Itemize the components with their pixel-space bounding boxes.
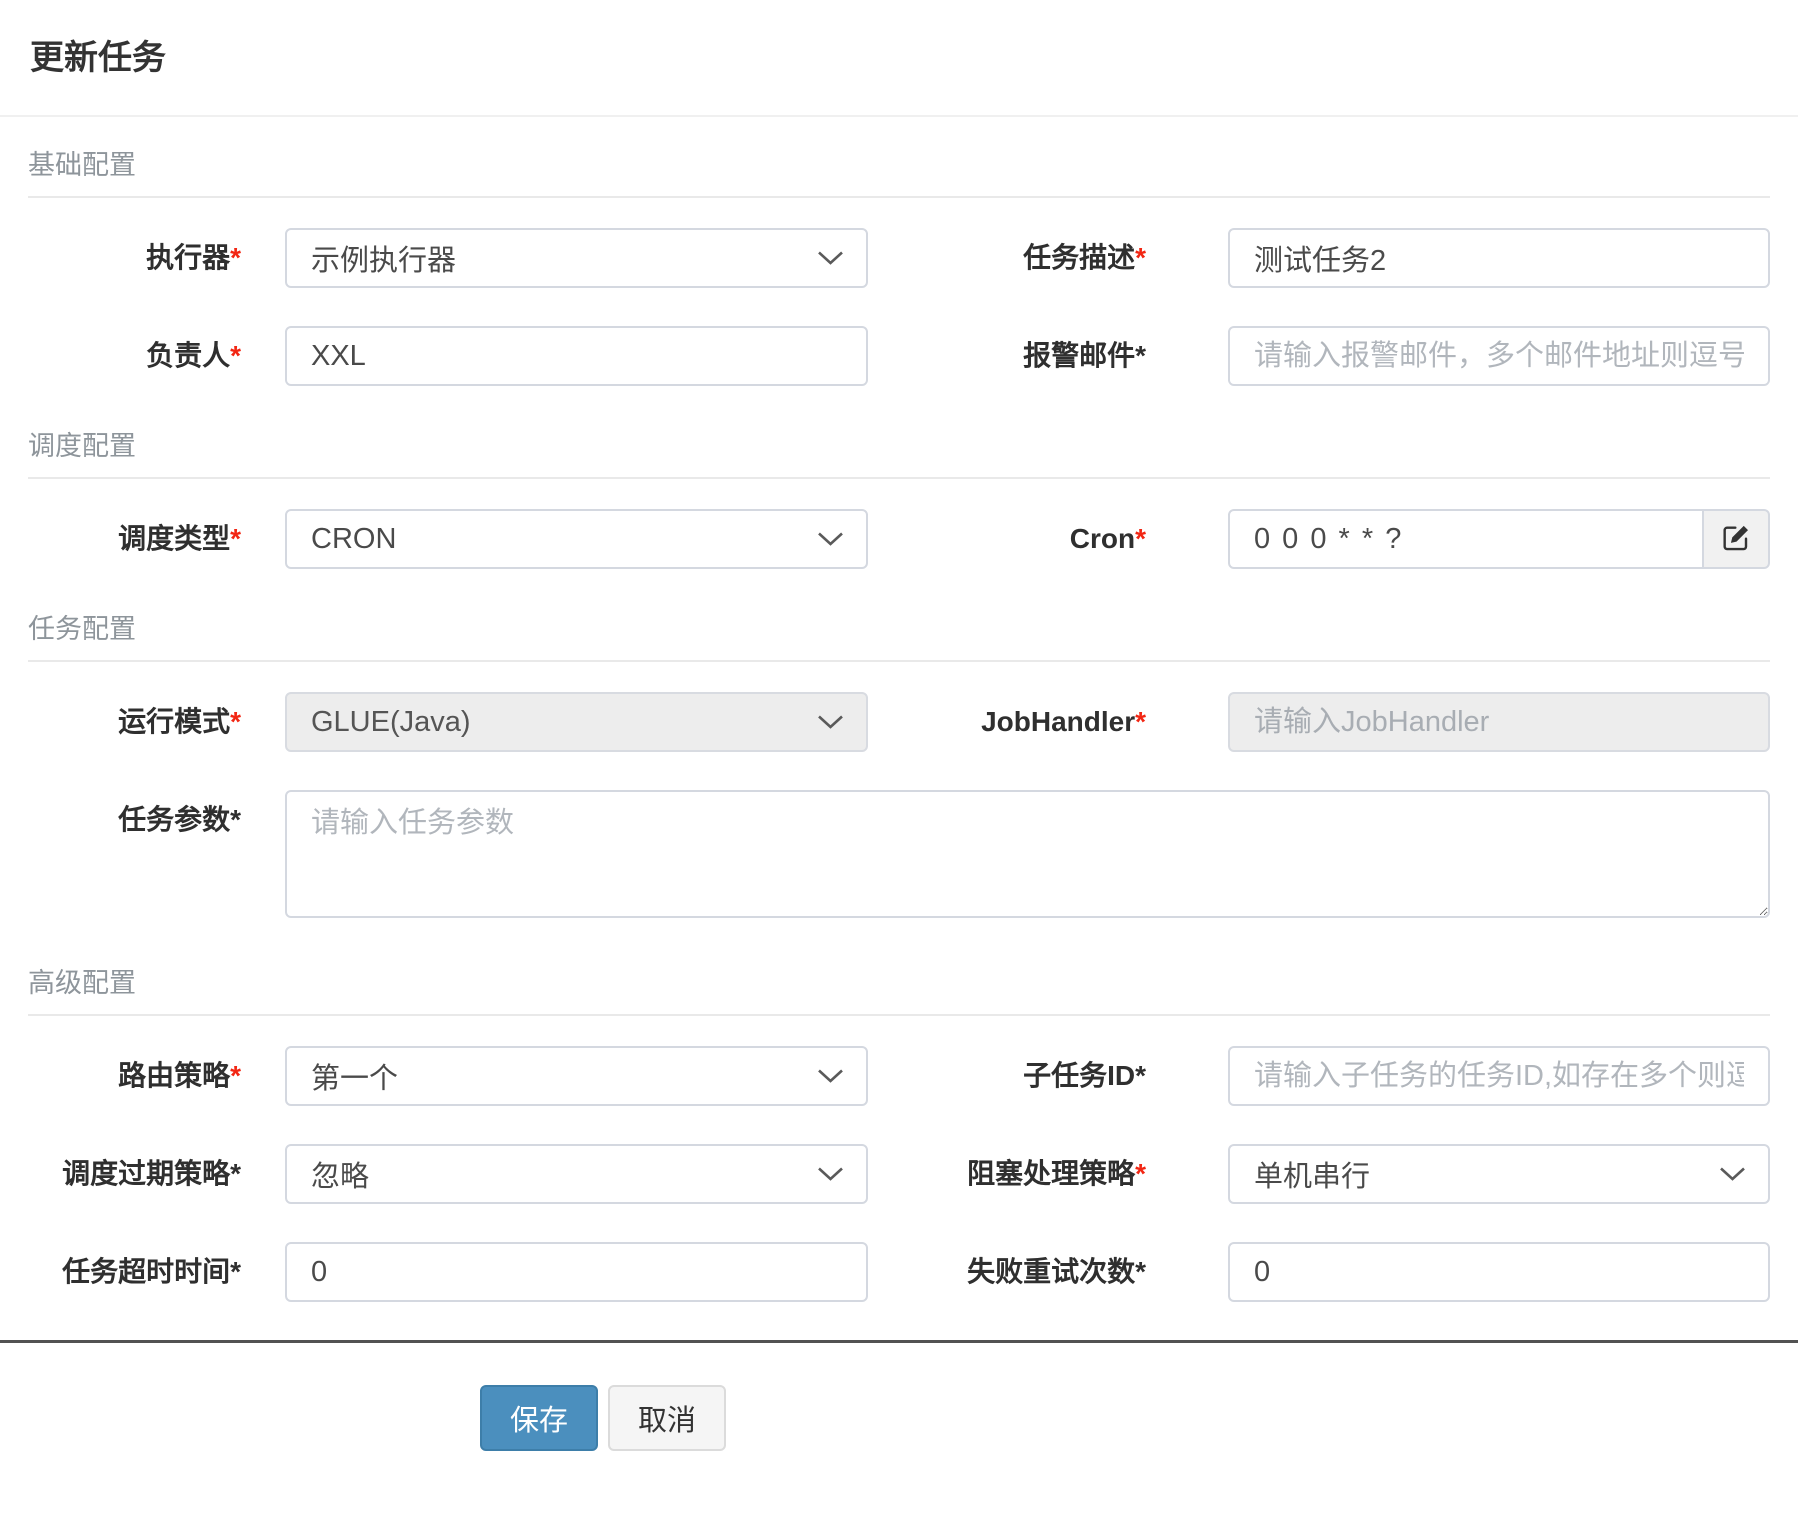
fail-retry-label: 失败重试次数* (868, 1242, 1228, 1302)
required-asterisk: * (230, 523, 241, 554)
section-title-task: 任务配置 (28, 607, 1770, 662)
form-row: 运行模式* GLUE(Java) JobHandler* (28, 692, 1770, 752)
section-task: 任务配置 运行模式* GLUE(Java) JobHandler* (28, 607, 1770, 923)
label-asterisk: * (1135, 1256, 1146, 1287)
timeout-input[interactable] (285, 1242, 868, 1302)
page-header: 更新任务 (0, 0, 1798, 79)
misfire-strategy-select-value: 忽略 (311, 1153, 369, 1195)
required-asterisk: * (1135, 1158, 1146, 1189)
update-job-form: 基础配置 执行器* 示例执行器 任务描述* 负责 (0, 143, 1798, 1302)
page-title: 更新任务 (30, 30, 1768, 79)
job-param-label: 任务参数* (28, 790, 285, 850)
misfire-strategy-label: 调度过期策略* (28, 1144, 285, 1204)
label-asterisk: * (1135, 340, 1146, 371)
chevron-down-icon (1719, 1166, 1746, 1182)
form-row: 任务参数* (28, 790, 1770, 923)
executor-label: 执行器* (28, 228, 285, 288)
route-strategy-select-value: 第一个 (311, 1055, 398, 1097)
required-asterisk: * (1135, 523, 1146, 554)
child-jobid-input[interactable] (1228, 1046, 1770, 1106)
block-strategy-select[interactable]: 单机串行 (1228, 1144, 1770, 1204)
chevron-down-icon (817, 250, 844, 266)
cron-input[interactable] (1228, 509, 1704, 569)
chevron-down-icon (817, 1166, 844, 1182)
job-handler-label: JobHandler* (868, 692, 1228, 752)
executor-select[interactable]: 示例执行器 (285, 228, 868, 288)
fail-retry-input[interactable] (1228, 1242, 1770, 1302)
section-title-advanced: 高级配置 (28, 961, 1770, 1016)
job-desc-input[interactable] (1228, 228, 1770, 288)
block-strategy-select-value: 单机串行 (1254, 1153, 1370, 1195)
label-asterisk: * (230, 1256, 241, 1287)
glue-type-select-value: GLUE(Java) (311, 706, 471, 739)
cron-edit-button[interactable] (1704, 509, 1770, 569)
route-strategy-select[interactable]: 第一个 (285, 1046, 868, 1106)
alarm-email-label: 报警邮件* (868, 326, 1228, 386)
form-row: 调度过期策略* 忽略 阻塞处理策略* 单机串行 (28, 1144, 1770, 1204)
form-row: 调度类型* CRON Cron* (28, 509, 1770, 569)
job-param-textarea[interactable] (285, 790, 1770, 918)
required-asterisk: * (230, 242, 241, 273)
schedule-type-label: 调度类型* (28, 509, 285, 569)
schedule-type-select-value: CRON (311, 523, 396, 556)
required-asterisk: * (230, 340, 241, 371)
form-row: 路由策略* 第一个 子任务ID* (28, 1046, 1770, 1106)
chevron-down-icon (817, 531, 844, 547)
label-asterisk: * (230, 804, 241, 835)
label-asterisk: * (1135, 1060, 1146, 1091)
form-footer: 保存 取消 (0, 1343, 1798, 1499)
form-row: 负责人* 报警邮件* (28, 326, 1770, 386)
job-desc-label: 任务描述* (868, 228, 1228, 288)
executor-select-value: 示例执行器 (311, 237, 456, 279)
glue-type-label: 运行模式* (28, 692, 285, 752)
form-row: 任务超时时间* 失败重试次数* (28, 1242, 1770, 1302)
misfire-strategy-select[interactable]: 忽略 (285, 1144, 868, 1204)
header-divider (0, 115, 1798, 117)
schedule-type-select[interactable]: CRON (285, 509, 868, 569)
cancel-button[interactable]: 取消 (608, 1385, 726, 1451)
save-button[interactable]: 保存 (480, 1385, 598, 1451)
required-asterisk: * (1135, 706, 1146, 737)
timeout-label: 任务超时时间* (28, 1242, 285, 1302)
edit-icon (1720, 522, 1752, 557)
author-label: 负责人* (28, 326, 285, 386)
section-basic: 基础配置 执行器* 示例执行器 任务描述* 负责 (28, 143, 1770, 386)
form-row: 执行器* 示例执行器 任务描述* (28, 228, 1770, 288)
job-handler-input[interactable] (1228, 692, 1770, 752)
chevron-down-icon (817, 714, 844, 730)
chevron-down-icon (817, 1068, 844, 1084)
section-advanced: 高级配置 路由策略* 第一个 子任务ID* 调度 (28, 961, 1770, 1302)
glue-type-select[interactable]: GLUE(Java) (285, 692, 868, 752)
block-strategy-label: 阻塞处理策略* (868, 1144, 1228, 1204)
route-strategy-label: 路由策略* (28, 1046, 285, 1106)
section-schedule: 调度配置 调度类型* CRON Cron* (28, 424, 1770, 569)
section-title-schedule: 调度配置 (28, 424, 1770, 479)
child-jobid-label: 子任务ID* (868, 1046, 1228, 1106)
cron-label: Cron* (868, 509, 1228, 569)
required-asterisk: * (230, 1060, 241, 1091)
cron-input-group (1228, 509, 1770, 569)
required-asterisk: * (230, 706, 241, 737)
author-input[interactable] (285, 326, 868, 386)
required-asterisk: * (1135, 242, 1146, 273)
alarm-email-input[interactable] (1228, 326, 1770, 386)
label-asterisk: * (230, 1158, 241, 1189)
section-title-basic: 基础配置 (28, 143, 1770, 198)
